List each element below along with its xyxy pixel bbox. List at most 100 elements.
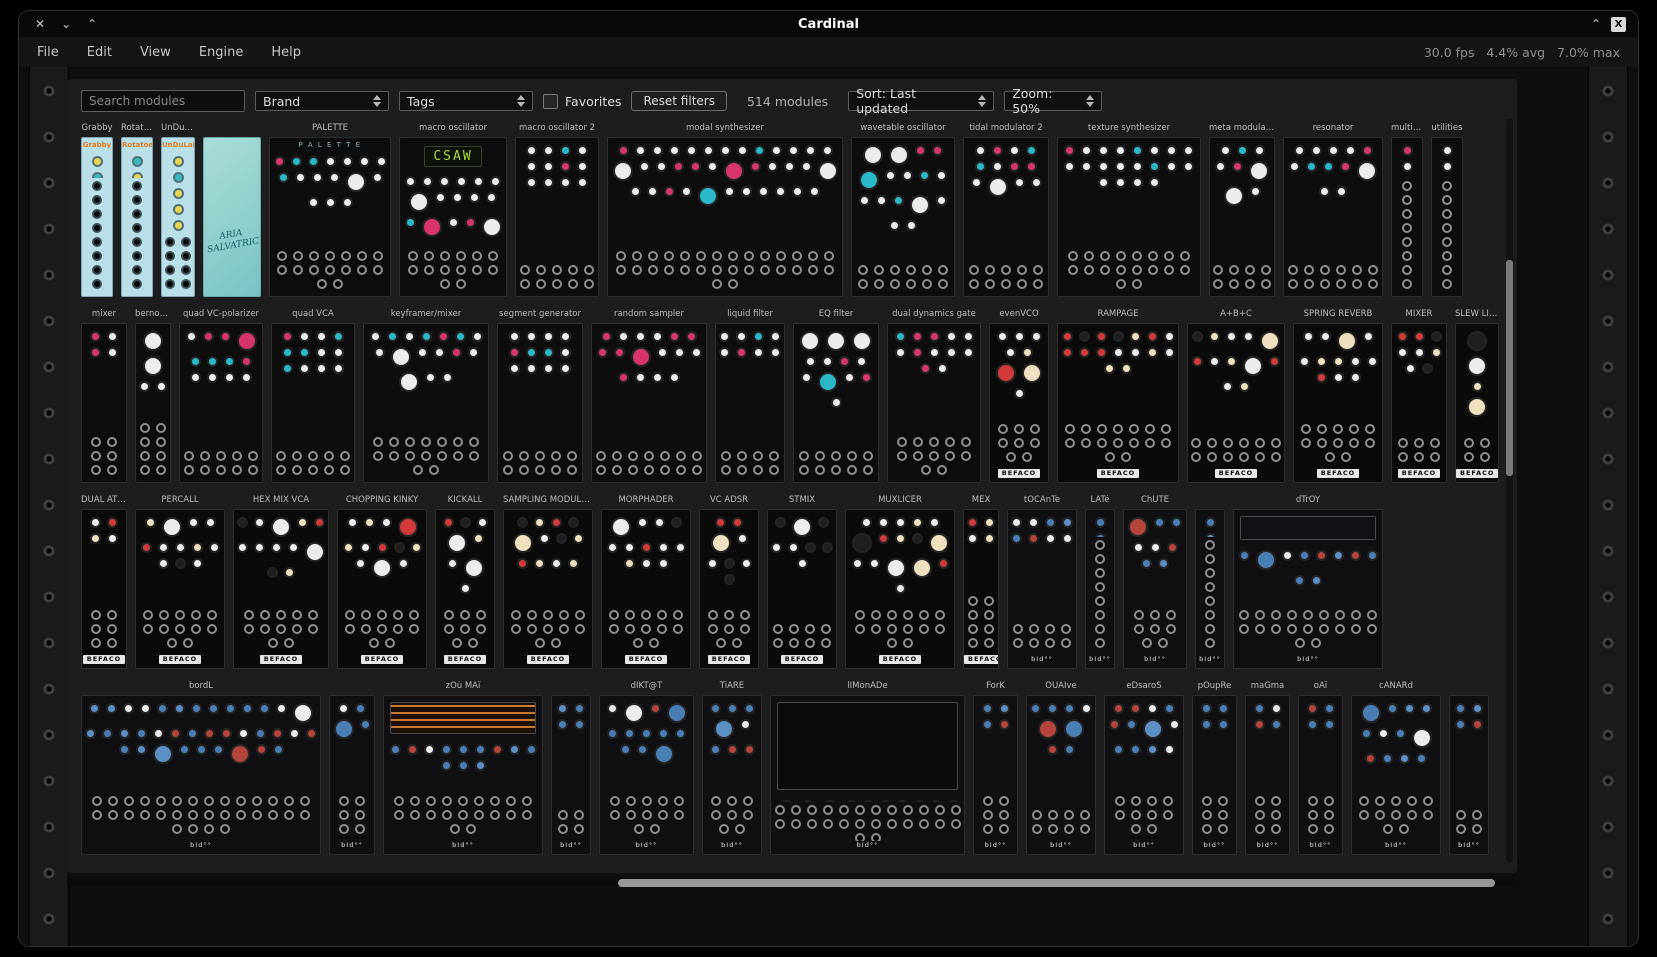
module-card-tidal-modulator-2[interactable]: tidal modulator 2: [963, 123, 1049, 297]
module-card-utilities[interactable]: utilities: [1431, 123, 1463, 297]
module-card-mex[interactable]: MEXBEFACO: [963, 495, 999, 669]
menu-engine[interactable]: Engine: [199, 45, 244, 60]
menu-edit[interactable]: Edit: [87, 45, 112, 60]
jack-icon: [863, 465, 873, 475]
module-card-canard[interactable]: cANARdbId°°: [1351, 681, 1441, 855]
module-card-evenvco[interactable]: evenVCOBEFACO: [989, 309, 1049, 483]
knob-icon: [278, 172, 289, 183]
knob-icon: [560, 347, 571, 358]
module-card-edsaros[interactable]: eDsaroSbId°°: [1104, 681, 1184, 855]
favorites-checkbox[interactable]: [543, 94, 558, 109]
module-card-mixer[interactable]: MIXERBEFACO: [1391, 309, 1447, 483]
knob-icon: [1143, 719, 1163, 739]
module-card-chute[interactable]: ChUTEbId°°: [1123, 495, 1187, 669]
chevron-up-icon[interactable]: ⌃: [87, 18, 97, 30]
jack-area: [1210, 262, 1274, 296]
module-card-rampage[interactable]: RAMPAGEBEFACO: [1057, 309, 1179, 483]
module-card-wavetable-oscillator[interactable]: wavetable oscillator: [851, 123, 955, 297]
module-card-morphader[interactable]: MORPHADERBEFACO: [601, 495, 691, 669]
module-card-quad-vc-polarizer[interactable]: quad VC-polarizer: [179, 309, 263, 483]
module-card-blank[interactable]: bId°°: [551, 681, 591, 855]
module-card-eq-filter[interactable]: EQ filter: [793, 309, 879, 483]
knob-icon: [631, 347, 651, 367]
module-card-meta-modulator[interactable]: meta modulator: [1209, 123, 1275, 297]
module-card-percall[interactable]: PERCALLBEFACO: [135, 495, 225, 669]
jack-icon: [1095, 638, 1105, 648]
pin-icon[interactable]: ⌃: [1591, 17, 1601, 31]
module-card-macro-oscillator[interactable]: macro oscillatorCSAW: [399, 123, 507, 297]
menu-file[interactable]: File: [37, 45, 59, 60]
knob-area: [436, 510, 494, 607]
module-card-blank[interactable]: bId°°: [1195, 495, 1225, 669]
menu-help[interactable]: Help: [271, 45, 301, 60]
module-card-tocante[interactable]: tOCAnTebId°°: [1007, 495, 1077, 669]
module-card-kickall[interactable]: KICKALLBEFACO: [435, 495, 495, 669]
jack-icon: [184, 465, 194, 475]
module-card-palette[interactable]: PALETTEP A L E T T E: [269, 123, 391, 297]
module-panel: BEFACO: [1187, 323, 1285, 483]
module-card-quad-vca[interactable]: quad VCA: [271, 309, 355, 483]
module-card-vc-adsr[interactable]: VC ADSRBEFACO: [699, 495, 759, 669]
module-card-bernoulli-gate[interactable]: bernoulli gate: [135, 309, 171, 483]
jack-icon: [1045, 624, 1055, 634]
module-card-tiare[interactable]: TiAREbId°°: [702, 681, 762, 855]
module-card-sampling-modulator[interactable]: SAMPLING MODULATORBEFACO: [503, 495, 593, 669]
module-card-texture-synthesizer[interactable]: texture synthesizer: [1057, 123, 1201, 297]
menu-view[interactable]: View: [140, 45, 171, 60]
module-card-macro-oscillator-2[interactable]: macro oscillator 2: [515, 123, 599, 297]
tags-dropdown[interactable]: Tags: [399, 91, 533, 111]
module-card-dual-dynamics-gate[interactable]: dual dynamics gate: [887, 309, 981, 483]
knob-icon: [1467, 356, 1487, 376]
module-card-muxlicer[interactable]: MUXLICERBEFACO: [845, 495, 955, 669]
module-card-resonator[interactable]: resonator: [1283, 123, 1383, 297]
vertical-scrollbar[interactable]: [1506, 119, 1513, 863]
sort-dropdown[interactable]: Sort: Last updated: [848, 91, 994, 111]
knob-icon: [192, 558, 203, 569]
module-card-limonade[interactable]: lIMonADebId°°: [770, 681, 965, 855]
horizontal-scrollbar[interactable]: [67, 879, 1517, 887]
knob-icon: [1098, 145, 1109, 156]
module-card-oa-[interactable]: oAïbId°°: [1298, 681, 1343, 855]
module-card-blank[interactable]: bId°°: [1449, 681, 1489, 855]
module-card-mixer[interactable]: mixer: [81, 309, 127, 483]
brand-dropdown[interactable]: Brand: [255, 91, 389, 111]
module-card-spring-reverb[interactable]: SPRING REVERBBEFACO: [1293, 309, 1383, 483]
module-card-zo-ma-[interactable]: zOù MAïbId°°: [383, 681, 543, 855]
module-card-bordl[interactable]: bordLbId°°: [81, 681, 321, 855]
knob-icon: [1405, 363, 1416, 374]
module-card-modal-synthesizer[interactable]: modal synthesizer: [607, 123, 843, 297]
module-card-fork[interactable]: ForKbId°°: [973, 681, 1018, 855]
jack-area: [330, 793, 374, 841]
module-card-magma[interactable]: maGmabId°°: [1245, 681, 1290, 855]
module-card-hex-mix-vca[interactable]: HEX MIX VCABEFACO: [233, 495, 329, 669]
knob-area: [1058, 324, 1178, 421]
module-card-blank[interactable]: bId°°: [329, 681, 375, 855]
module-card-dikt-t[interactable]: dIKT@TbId°°: [599, 681, 694, 855]
close-icon[interactable]: ✕: [35, 18, 45, 30]
module-card-chopping-kinky[interactable]: CHOPPING KINKYBEFACO: [337, 495, 427, 669]
horizontal-scrollbar-thumb[interactable]: [618, 879, 1495, 887]
module-card-dtroy[interactable]: dTrOYbId°°: [1233, 495, 1383, 669]
module-card-random-sampler[interactable]: random sampler: [591, 309, 707, 483]
search-input[interactable]: [81, 90, 245, 112]
knob-icon: [775, 186, 786, 197]
module-card-keyframer-mixer[interactable]: keyframer/mixer: [363, 309, 489, 483]
module-card-lat-[interactable]: LATébId°°: [1085, 495, 1115, 669]
module-card-grabby[interactable]: GrabbyGrabby: [81, 123, 113, 297]
module-card-a-b-c[interactable]: A+B+CBEFACO: [1187, 309, 1285, 483]
module-card-stmix[interactable]: STMIXBEFACO: [767, 495, 837, 669]
vertical-scrollbar-thumb[interactable]: [1506, 260, 1513, 476]
zoom-dropdown[interactable]: Zoom: 50%: [1004, 91, 1102, 111]
module-card-ouaive[interactable]: OUAIvebId°°: [1026, 681, 1096, 855]
module-card-segment-generator[interactable]: segment generator: [497, 309, 583, 483]
module-card-dual-attenuverter[interactable]: DUAL ATTENUVERTERBEFACO: [81, 495, 127, 669]
module-card-poupre[interactable]: pOupRebId°°: [1192, 681, 1237, 855]
module-card-multiples[interactable]: multiples: [1391, 123, 1423, 297]
module-card-slew-limiter[interactable]: SLEW LIMITERBEFACO: [1455, 309, 1499, 483]
module-card-undular[interactable]: UnDuLaRUnDuLaR: [161, 123, 195, 297]
reset-filters-button[interactable]: Reset filters: [631, 91, 727, 111]
module-card-rotatoes[interactable]: RotatoesRotatoes: [121, 123, 153, 297]
module-card-blank[interactable]: ARIA SALVATRICE: [203, 123, 261, 297]
chevron-down-icon[interactable]: ⌄: [61, 18, 71, 30]
module-card-liquid-filter[interactable]: liquid filter: [715, 309, 785, 483]
